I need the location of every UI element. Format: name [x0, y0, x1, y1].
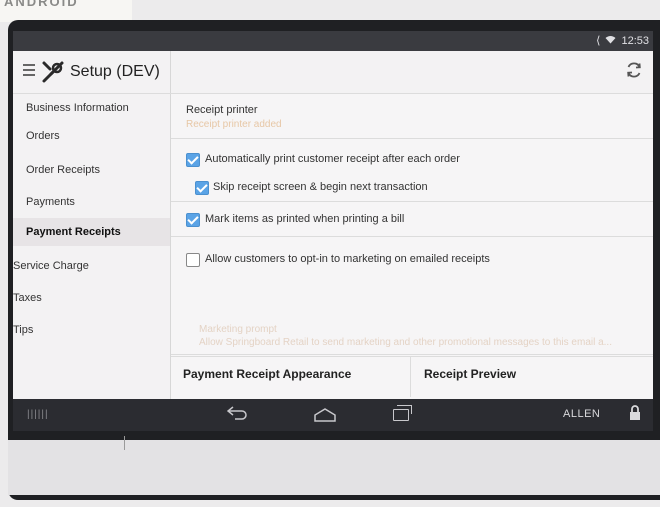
paper-note: ANDROID [0, 0, 132, 22]
sidebar-item-payments[interactable]: Payments [13, 188, 170, 216]
desk-mark [124, 436, 125, 450]
sidebar-item-service-charge[interactable]: Service Charge [13, 252, 170, 280]
sidebar-item-label: Taxes [13, 292, 42, 304]
barcode-icon: |||||| [27, 409, 49, 420]
sidebar-item-tips[interactable]: Tips [13, 316, 170, 344]
marketing-optin-checkbox[interactable] [186, 253, 200, 267]
appearance-heading: Payment Receipt Appearance [183, 367, 352, 381]
sidebar-item-orders[interactable]: Orders [13, 122, 170, 150]
auto-print-row: Automatically print customer receipt aft… [171, 139, 653, 202]
page-title: Setup (DEV) [70, 63, 160, 80]
status-icons: ⟨ 12:53 [596, 34, 649, 48]
tools-icon [41, 60, 65, 89]
tablet-screen: ⟨ 12:53 Setup (DEV) Business Information… [13, 31, 653, 431]
paper-note-text: ANDROID [4, 0, 79, 9]
lock-icon[interactable] [629, 405, 641, 424]
mark-printed-row: Mark items as printed when printing a bi… [171, 202, 653, 237]
marketing-optin-row: Allow customers to opt-in to marketing o… [171, 237, 653, 283]
sidebar-item-taxes[interactable]: Taxes [13, 284, 170, 312]
wifi-icon [605, 35, 616, 47]
marketing-prompt-title: Marketing prompt [199, 324, 277, 335]
settings-sidebar: Business Information Orders Order Receip… [13, 94, 171, 399]
receipt-printer-title: Receipt printer [186, 104, 258, 116]
status-bar: ⟨ 12:53 [13, 31, 653, 51]
auto-print-label: Automatically print customer receipt aft… [205, 153, 460, 165]
section-divider [410, 357, 411, 397]
marketing-prompt-row[interactable]: Marketing prompt Allow Springboard Retai… [171, 316, 653, 355]
back-icon[interactable] [226, 406, 249, 425]
receipt-printer-status: Receipt printer added [186, 119, 282, 130]
receipt-printer-row[interactable]: Receipt printer Receipt printer added [171, 94, 653, 139]
tablet-desk [8, 440, 660, 495]
mark-printed-checkbox[interactable] [186, 213, 200, 227]
sidebar-item-order-receipts[interactable]: Order Receipts [13, 156, 170, 184]
skip-receipt-label: Skip receipt screen & begin next transac… [213, 181, 428, 193]
signal-icon: ⟨ [596, 35, 601, 47]
mark-printed-label: Mark items as printed when printing a bi… [205, 213, 405, 225]
sidebar-item-label: Business Information [26, 102, 129, 114]
sidebar-item-label: Payment Receipts [26, 226, 121, 238]
status-time: 12:53 [621, 34, 649, 47]
preview-heading: Receipt Preview [424, 367, 517, 381]
app-bar-left: Setup (DEV) [13, 51, 171, 93]
sidebar-item-label: Payments [26, 196, 75, 208]
sidebar-item-business-information[interactable]: Business Information [13, 94, 170, 122]
app-bar: Setup (DEV) [13, 51, 653, 94]
system-nav-bar: |||||| ALLEN [13, 399, 653, 431]
skip-receipt-checkbox[interactable] [195, 181, 209, 195]
marketing-prompt-description: Allow Springboard Retail to send marketi… [199, 337, 612, 348]
sync-icon[interactable] [625, 61, 643, 84]
current-user[interactable]: ALLEN [563, 408, 600, 420]
sidebar-item-label: Order Receipts [26, 164, 100, 176]
sidebar-item-label: Tips [13, 324, 34, 336]
recent-apps-icon[interactable] [393, 405, 412, 421]
settings-content: Receipt printer Receipt printer added Au… [171, 94, 653, 399]
sidebar-item-payment-receipts[interactable]: Payment Receipts [13, 218, 170, 246]
section-headers: Payment Receipt Appearance Receipt Previ… [171, 356, 653, 400]
sidebar-item-label: Orders [26, 130, 60, 142]
menu-icon[interactable] [23, 64, 35, 78]
auto-print-checkbox[interactable] [186, 153, 200, 167]
sidebar-item-label: Service Charge [13, 260, 89, 272]
marketing-optin-label: Allow customers to opt-in to marketing o… [205, 253, 490, 265]
